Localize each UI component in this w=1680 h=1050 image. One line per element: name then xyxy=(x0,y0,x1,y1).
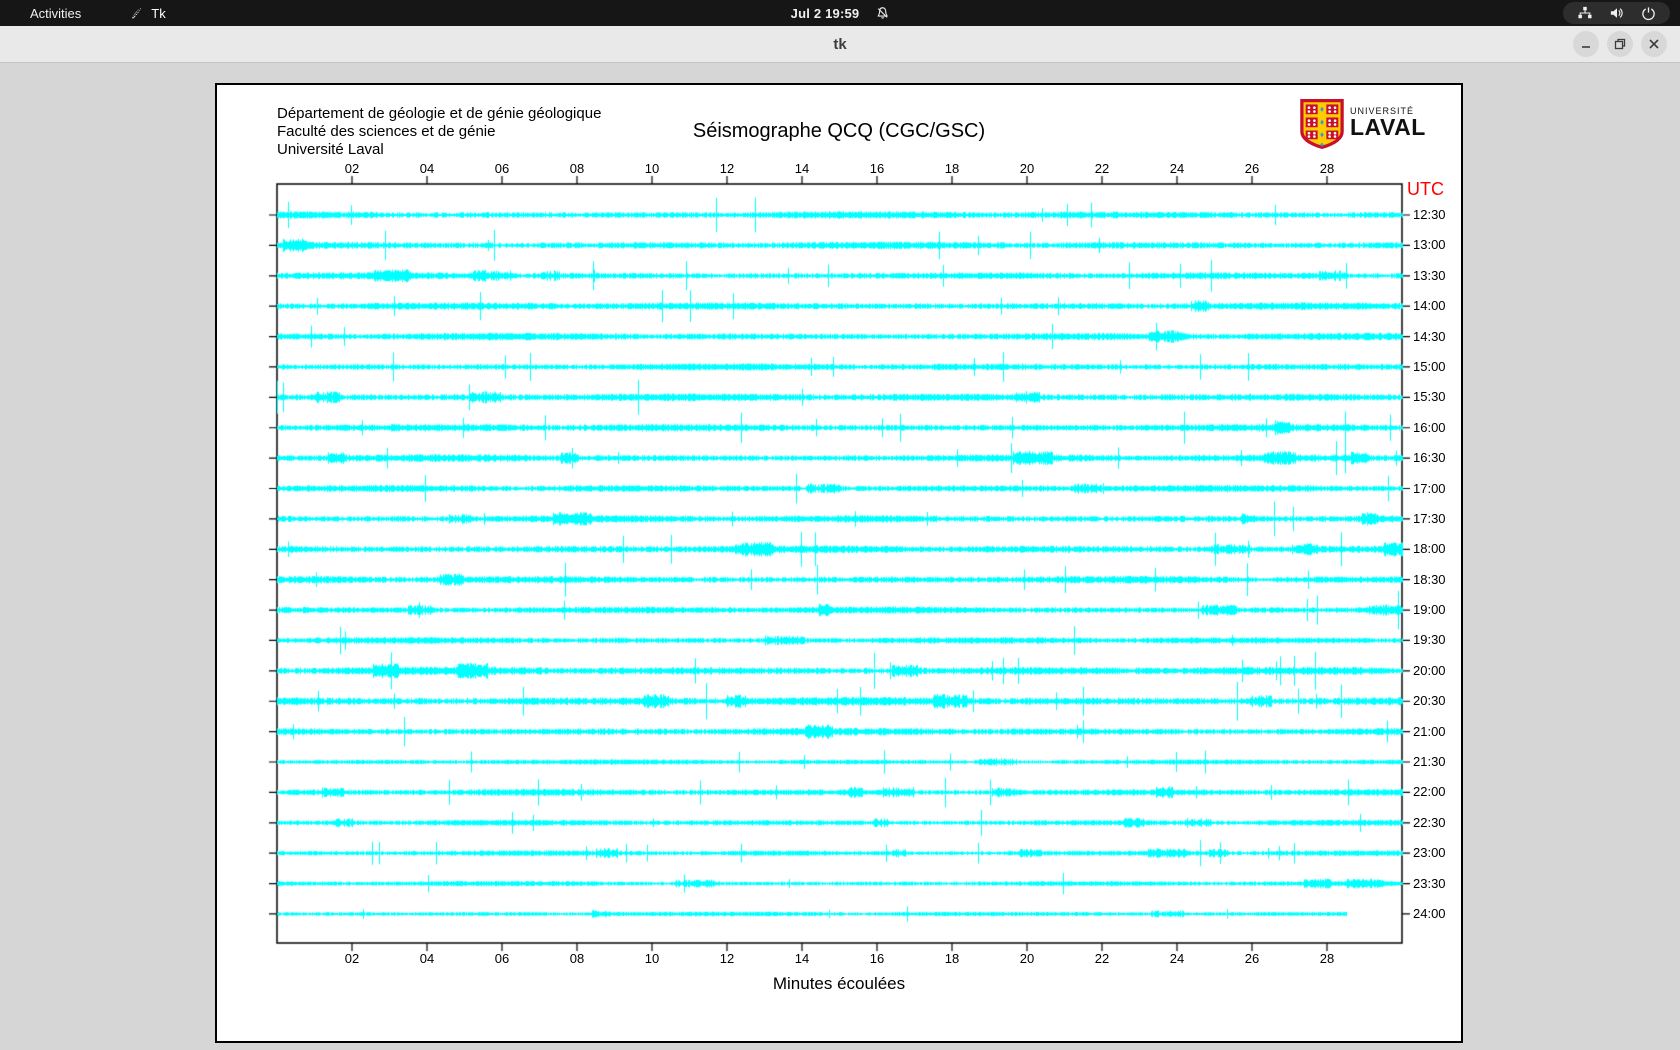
row-label: 18:30 xyxy=(1413,571,1446,587)
row-label: 22:30 xyxy=(1413,814,1446,830)
row-label: 20:00 xyxy=(1413,662,1446,678)
x-tick-label: 12 xyxy=(719,951,735,966)
universite-laval-logo: UNIVERSITÉ LAVAL xyxy=(1300,99,1426,154)
minimize-button[interactable] xyxy=(1573,31,1599,57)
row-label: 19:30 xyxy=(1413,632,1446,648)
x-tick-label: 16 xyxy=(869,161,885,176)
row-label: 14:00 xyxy=(1413,298,1446,314)
universite-laval-shield-icon xyxy=(1300,99,1344,154)
x-tick-label: 04 xyxy=(419,161,435,176)
x-tick-label: 10 xyxy=(644,951,660,966)
row-label: 12:30 xyxy=(1413,207,1446,222)
row-label: 13:00 xyxy=(1413,237,1446,253)
x-tick-label: 18 xyxy=(944,951,960,966)
row-label: 17:00 xyxy=(1413,480,1446,496)
activities-button[interactable]: Activities xyxy=(22,6,89,21)
volume-icon xyxy=(1609,6,1625,20)
x-tick-label: 12 xyxy=(719,161,735,176)
address-line-1: Département de géologie et de génie géol… xyxy=(277,105,602,122)
row-label: 23:00 xyxy=(1413,845,1446,861)
row-label: 21:00 xyxy=(1413,723,1446,739)
row-label: 18:00 xyxy=(1413,541,1446,557)
universite-laval-wordmark: UNIVERSITÉ LAVAL xyxy=(1350,106,1426,140)
x-tick-label: 08 xyxy=(569,951,585,966)
window-title: tk xyxy=(833,36,847,53)
x-tick-label: 28 xyxy=(1319,951,1335,966)
tk-feather-icon xyxy=(129,6,144,21)
focused-app-label: Tk xyxy=(151,5,166,21)
row-label: 16:30 xyxy=(1413,450,1446,466)
row-label: 13:30 xyxy=(1413,267,1446,283)
address-line-3: Université Laval xyxy=(277,141,384,158)
x-tick-label: 14 xyxy=(794,161,810,176)
row-label: 22:00 xyxy=(1413,784,1446,800)
x-tick-label: 14 xyxy=(794,951,810,966)
row-label: 15:30 xyxy=(1413,389,1446,405)
x-tick-label: 02 xyxy=(344,951,360,966)
x-tick-label: 28 xyxy=(1319,161,1335,176)
x-tick-label: 16 xyxy=(869,951,885,966)
x-tick-label: 02 xyxy=(344,161,360,176)
clock-label: Jul 2 19:59 xyxy=(790,5,860,21)
utc-axis-label: UTC xyxy=(1407,179,1444,199)
x-axis-title: Minutes écoulées xyxy=(772,974,906,993)
gnome-top-bar: Activities Tk Jul 2 19:59 xyxy=(0,0,1680,26)
x-tick-label: 04 xyxy=(419,951,435,966)
row-label: 23:30 xyxy=(1413,875,1446,891)
x-tick-label: 06 xyxy=(494,161,510,176)
clock-menu[interactable]: Jul 2 19:59 xyxy=(791,6,890,21)
x-tick-label: 08 xyxy=(569,161,585,176)
focused-app-indicator[interactable]: Tk xyxy=(129,5,166,21)
system-tray[interactable] xyxy=(1563,2,1670,24)
row-label: 19:00 xyxy=(1413,602,1446,618)
x-tick-label: 06 xyxy=(494,951,510,966)
row-label: 16:00 xyxy=(1413,419,1446,435)
x-tick-label: 26 xyxy=(1244,951,1260,966)
close-button[interactable] xyxy=(1641,31,1667,57)
window-controls xyxy=(1573,31,1667,57)
row-label: 14:30 xyxy=(1413,328,1446,344)
seismograph-canvas: Département de géologie et de génie géol… xyxy=(215,83,1463,1043)
address-line-2: Faculté des sciences et de génie xyxy=(277,123,496,140)
x-tick-label: 26 xyxy=(1244,161,1260,176)
x-tick-label: 18 xyxy=(944,161,960,176)
logo-text-large: LAVAL xyxy=(1350,114,1426,140)
tk-window-content: Département de géologie et de génie géol… xyxy=(0,63,1680,1050)
x-tick-label: 22 xyxy=(1094,161,1110,176)
institution-address: Département de géologie et de génie géol… xyxy=(277,105,601,159)
x-tick-label: 20 xyxy=(1019,951,1035,966)
x-tick-label: 24 xyxy=(1169,951,1185,966)
seismogram-traces-canvas xyxy=(217,85,1461,1041)
window-titlebar[interactable]: tk xyxy=(0,26,1680,63)
row-label: 21:30 xyxy=(1413,754,1446,770)
notifications-disabled-icon xyxy=(875,6,889,20)
x-tick-label: 10 xyxy=(644,161,660,176)
row-label: 17:30 xyxy=(1413,510,1446,526)
network-icon xyxy=(1577,6,1593,20)
x-tick-label: 20 xyxy=(1019,161,1035,176)
maximize-button[interactable] xyxy=(1607,31,1633,57)
plot-title: Séismographe QCQ (CGC/GSC) xyxy=(692,120,986,142)
x-tick-label: 22 xyxy=(1094,951,1110,966)
row-label: 20:30 xyxy=(1413,693,1446,709)
row-label: 15:00 xyxy=(1413,358,1446,374)
row-label: 24:00 xyxy=(1413,905,1446,921)
power-icon xyxy=(1641,6,1656,21)
x-tick-label: 24 xyxy=(1169,161,1185,176)
